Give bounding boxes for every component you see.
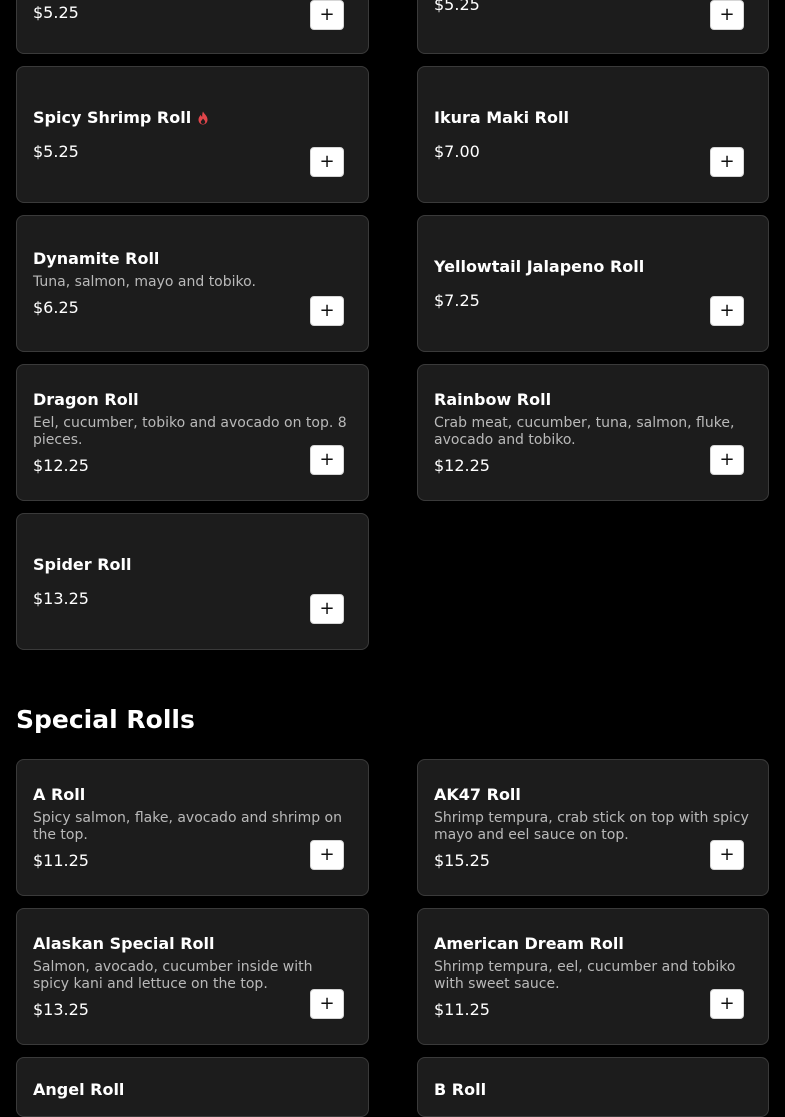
section-title: Special Rolls — [16, 705, 195, 734]
item-description: Shrimp tempura, crab stick on top with s… — [434, 809, 749, 843]
plus-icon: + — [319, 449, 335, 470]
menu-item-card[interactable]: Rainbow Roll Crab meat, cucumber, tuna, … — [417, 364, 769, 501]
plus-icon: + — [719, 449, 735, 470]
item-name: Spicy Shrimp Roll — [33, 107, 192, 127]
menu-item-card[interactable]: A Roll Spicy salmon, flake, avocado and … — [16, 759, 369, 896]
add-to-cart-button[interactable]: + — [310, 989, 344, 1019]
add-to-cart-button[interactable]: + — [310, 594, 344, 624]
item-name: Alaskan Special Roll — [33, 933, 215, 953]
item-name: A Roll — [33, 784, 86, 804]
item-price: $6.25 — [33, 298, 79, 317]
item-price: $12.25 — [434, 455, 490, 475]
plus-icon: + — [719, 844, 735, 865]
item-price: $5.25 — [33, 3, 79, 22]
item-description: Eel, cucumber, tobiko and avocado on top… — [33, 414, 347, 448]
item-description: Crab meat, cucumber, tuna, salmon, fluke… — [434, 414, 735, 448]
menu-item-card[interactable]: Dynamite Roll Tuna, salmon, mayo and tob… — [16, 215, 369, 352]
item-description: Salmon, avocado, cucumber inside with sp… — [33, 958, 313, 992]
item-name-row: Spicy Shrimp Roll — [33, 107, 304, 129]
item-name: Dragon Roll — [33, 389, 139, 409]
item-description: Shrimp tempura, eel, cucumber and tobiko… — [434, 958, 736, 992]
item-price: $7.00 — [434, 141, 480, 161]
flame-icon — [198, 111, 208, 124]
item-name: AK47 Roll — [434, 784, 521, 804]
plus-icon: + — [319, 993, 335, 1014]
item-name: Ikura Maki Roll — [434, 107, 569, 127]
item-price: $13.25 — [33, 588, 89, 608]
item-price: $15.25 — [434, 850, 490, 870]
item-name: Angel Roll — [33, 1080, 125, 1099]
menu-item-card[interactable]: Dragon Roll Eel, cucumber, tobiko and av… — [16, 364, 369, 501]
item-name: B Roll — [434, 1080, 487, 1099]
item-price: $5.25 — [33, 141, 79, 161]
add-to-cart-button[interactable]: + — [710, 989, 744, 1019]
item-description: Tuna, salmon, mayo and tobiko. — [33, 274, 256, 290]
item-name: Yellowtail Jalapeno Roll — [434, 256, 645, 276]
plus-icon: + — [719, 4, 735, 25]
plus-icon: + — [319, 300, 335, 321]
item-description: Spicy salmon, flake, avocado and shrimp … — [33, 809, 342, 843]
add-to-cart-button[interactable]: + — [710, 147, 744, 177]
plus-icon: + — [719, 151, 735, 172]
menu-item-card[interactable]: Alaskan Special Roll Salmon, avocado, cu… — [16, 908, 369, 1045]
menu-item-card-top-right[interactable]: $5.25 + — [417, 0, 769, 54]
menu-item-card[interactable]: Spicy Shrimp Roll $5.25 + — [16, 66, 369, 203]
item-name: Dynamite Roll — [33, 249, 160, 268]
add-to-cart-button[interactable]: + — [310, 296, 344, 326]
menu-item-card[interactable]: Angel Roll — [16, 1057, 369, 1117]
item-price: $11.25 — [33, 850, 89, 870]
menu-item-card[interactable]: AK47 Roll Shrimp tempura, crab stick on … — [417, 759, 769, 896]
item-price: $5.25 — [434, 0, 480, 14]
menu-item-card[interactable]: American Dream Roll Shrimp tempura, eel,… — [417, 908, 769, 1045]
plus-icon: + — [319, 598, 335, 619]
add-to-cart-button[interactable]: + — [310, 445, 344, 475]
menu-item-card[interactable]: Spider Roll $13.25 + — [16, 513, 369, 650]
plus-icon: + — [319, 151, 335, 172]
add-to-cart-button[interactable]: + — [710, 840, 744, 870]
plus-icon: + — [319, 844, 335, 865]
item-name: Spider Roll — [33, 554, 132, 574]
plus-icon: + — [719, 993, 735, 1014]
item-name: Rainbow Roll — [434, 389, 552, 409]
menu-item-card[interactable]: Yellowtail Jalapeno Roll $7.25 + — [417, 215, 769, 352]
add-to-cart-button[interactable]: + — [710, 296, 744, 326]
add-to-cart-button[interactable]: + — [710, 445, 744, 475]
item-price: $11.25 — [434, 999, 490, 1019]
menu-item-card[interactable]: Ikura Maki Roll $7.00 + — [417, 66, 769, 203]
menu-item-card-top-left[interactable]: $5.25 + — [16, 0, 369, 54]
add-to-cart-button[interactable]: + — [310, 840, 344, 870]
item-price: $7.25 — [434, 290, 480, 310]
item-price: $12.25 — [33, 455, 89, 475]
add-to-cart-button[interactable]: + — [710, 0, 744, 30]
add-to-cart-button[interactable]: + — [310, 147, 344, 177]
add-to-cart-button[interactable]: + — [310, 0, 344, 30]
item-name: American Dream Roll — [434, 933, 624, 953]
item-price: $13.25 — [33, 999, 89, 1019]
plus-icon: + — [319, 4, 335, 25]
menu-item-card[interactable]: B Roll — [417, 1057, 769, 1117]
plus-icon: + — [719, 300, 735, 321]
